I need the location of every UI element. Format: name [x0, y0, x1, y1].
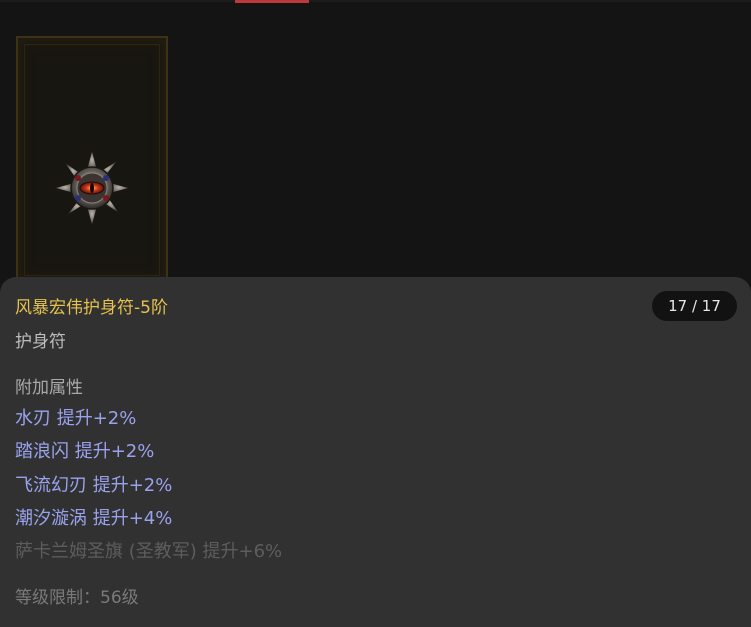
- item-slot[interactable]: [16, 36, 168, 284]
- item-tooltip: 风暴宏伟护身符-5阶 17 / 17 护身符 附加属性 水刃 提升+2% 踏浪闪…: [0, 277, 751, 627]
- affix-section-title: 附加属性: [15, 378, 83, 398]
- level-requirement: 等级限制：56级: [15, 588, 139, 608]
- affix-line-inactive: 萨卡兰姆圣旗 (圣教军) 提升+6%: [15, 541, 283, 562]
- amulet-icon: [52, 148, 132, 228]
- item-name: 风暴宏伟护身符-5阶: [15, 298, 168, 318]
- active-tab-indicator: [235, 0, 309, 3]
- affix-line: 潮汐漩涡 提升+4%: [15, 508, 173, 529]
- affix-line: 水刃 提升+2%: [15, 408, 137, 429]
- item-count-badge: 17 / 17: [652, 291, 737, 321]
- top-divider: [0, 0, 751, 2]
- affix-line: 飞流幻刃 提升+2%: [15, 475, 173, 496]
- affix-line: 踏浪闪 提升+2%: [15, 441, 155, 462]
- item-type: 护身符: [15, 332, 66, 352]
